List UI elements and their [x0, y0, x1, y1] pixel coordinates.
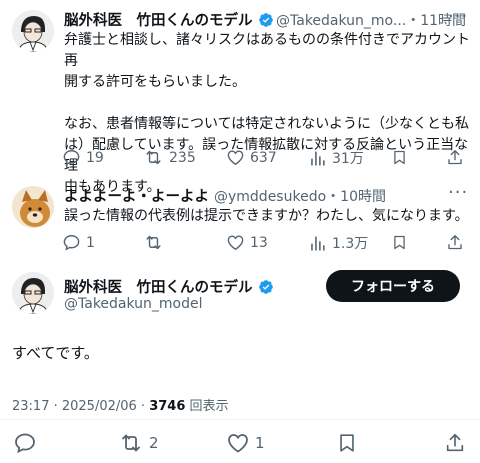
reply-icon	[63, 235, 80, 251]
like-icon	[227, 150, 244, 166]
handle[interactable]: @Takedakun_mo...	[276, 13, 406, 29]
share-button[interactable]	[446, 148, 464, 167]
like-count: 1	[255, 434, 265, 452]
verified-badge-icon	[258, 280, 273, 294]
retweet-count: 2	[149, 434, 159, 452]
retweet-icon	[146, 235, 161, 250]
like-button[interactable]: 637	[226, 148, 277, 167]
bookmark-button[interactable]	[336, 431, 358, 455]
retweet-icon	[122, 434, 140, 452]
tweet-text: 誤った情報の代表例は提示できますか？わたし、気になります。	[64, 208, 469, 224]
handle[interactable]: @Takedakun_model	[64, 296, 203, 312]
like-count: 13	[250, 234, 268, 251]
views-label: 回表示	[185, 399, 229, 414]
more-icon[interactable]: ···	[448, 6, 468, 27]
reply-button[interactable]: 1	[62, 233, 95, 252]
follow-button[interactable]: フォローする	[326, 270, 460, 302]
views-count: 3746	[149, 399, 186, 414]
avatar-illustration-icon	[12, 10, 54, 52]
tweet-text-line: 開する許可をもらいました。	[64, 74, 246, 90]
views-button[interactable]: 1.3万	[308, 233, 368, 253]
tweet-text-line: 弁護士と相談し、諸々リスクはあるものの条件付きでアカウント再	[64, 32, 470, 69]
share-button[interactable]	[444, 431, 466, 455]
avatar[interactable]	[12, 10, 54, 52]
display-name[interactable]: 脳外科医 竹田くんのモデル	[64, 13, 253, 29]
views-count: 1.3万	[332, 236, 369, 252]
avatar[interactable]	[12, 272, 54, 314]
reply-count: 1	[86, 234, 95, 251]
share-icon	[448, 150, 462, 165]
more-icon[interactable]: ···	[448, 182, 468, 203]
retweet-icon	[146, 150, 161, 165]
timestamp[interactable]: ・10時間	[326, 189, 386, 205]
retweet-button[interactable]	[143, 233, 164, 252]
bookmark-button[interactable]	[391, 233, 408, 252]
display-name[interactable]: よよよーよ・よーよよ	[64, 189, 209, 205]
views-icon	[311, 150, 325, 166]
tweet-text: すべてです。	[12, 344, 99, 362]
reply-icon	[63, 150, 80, 166]
handle[interactable]: @ymddesukedo	[214, 189, 326, 205]
share-button[interactable]	[446, 233, 464, 252]
reply-button[interactable]	[13, 431, 37, 455]
views-count: 31万	[332, 151, 364, 167]
share-icon	[448, 235, 462, 250]
bookmark-button[interactable]	[391, 148, 408, 167]
bookmark-icon	[394, 235, 405, 250]
avatar-illustration-icon	[12, 272, 54, 314]
share-icon	[446, 433, 464, 452]
bookmark-icon	[340, 434, 354, 452]
tweet-text-line: なお、患者情報等については特定されないように（少なくとも私	[64, 116, 470, 132]
reply-button[interactable]: 19	[62, 148, 104, 167]
retweet-count: 235	[169, 149, 196, 166]
verified-badge-icon	[258, 13, 273, 27]
retweet-button[interactable]: 235	[143, 148, 196, 167]
like-icon	[228, 434, 248, 453]
views-icon	[311, 235, 325, 251]
divider	[0, 419, 480, 420]
avatar-dog-icon	[12, 186, 54, 228]
timestamp[interactable]: 23:17 · 2025/02/06 ·	[12, 399, 149, 414]
like-icon	[227, 235, 244, 251]
like-count: 637	[250, 149, 277, 166]
like-button[interactable]: 1	[226, 431, 265, 455]
views-button[interactable]: 31万	[308, 148, 364, 168]
avatar[interactable]	[12, 186, 54, 228]
reply-icon	[15, 433, 35, 454]
display-name[interactable]: 脳外科医 竹田くんのモデル	[64, 280, 253, 296]
bookmark-icon	[394, 150, 405, 165]
reply-count: 19	[86, 149, 104, 166]
retweet-button[interactable]: 2	[118, 431, 159, 455]
like-button[interactable]: 13	[226, 233, 268, 252]
